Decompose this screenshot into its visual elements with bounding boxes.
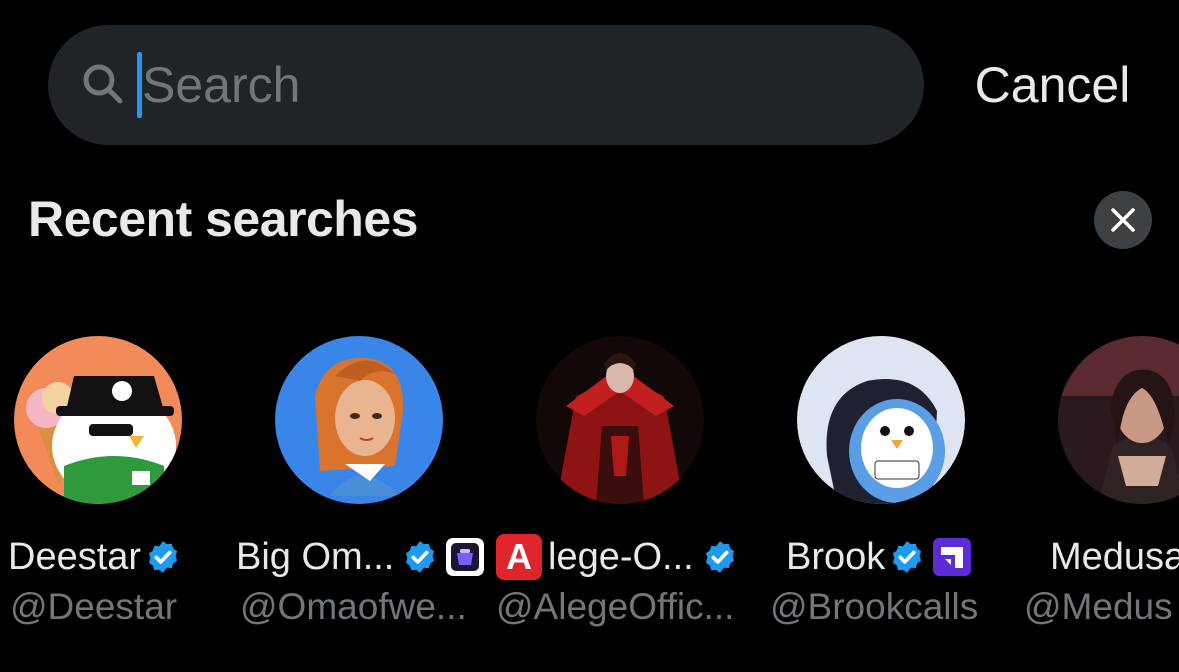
affiliation-badge-icon: [446, 538, 485, 576]
avatar: [1058, 336, 1179, 504]
name-emoji-badge: A: [496, 534, 542, 580]
close-icon: [1111, 208, 1135, 232]
user-name: Medusa: [1050, 535, 1179, 578]
search-screen: Cancel Recent searches: [0, 0, 1179, 672]
user-handle: @Medus: [1024, 586, 1173, 627]
avatar: [536, 336, 704, 504]
recent-searches-title: Recent searches: [28, 191, 418, 247]
verified-badge-icon: [148, 541, 178, 573]
recent-user-item[interactable]: Brook @Brookcalls: [756, 336, 1016, 636]
recent-user-item[interactable]: Deestar @Deestar: [0, 336, 260, 636]
recent-user-item[interactable]: Medusa @Medus: [1018, 336, 1179, 636]
user-name-row: Medusa: [1050, 532, 1179, 582]
user-handle: @AlegeOffic...: [496, 586, 735, 627]
affiliation-badge-icon: [933, 538, 972, 576]
avatar: [14, 336, 182, 504]
clear-recent-searches-button[interactable]: [1094, 191, 1152, 249]
user-name: Brook: [786, 535, 886, 578]
search-input[interactable]: [142, 50, 842, 120]
user-handle: @Deestar: [10, 586, 178, 627]
recent-user-item[interactable]: Big Om... @Omaofwe...: [232, 336, 492, 636]
recent-user-item[interactable]: A lege-O... @AlegeOffic...: [494, 336, 754, 636]
user-name-row: A lege-O...: [496, 532, 738, 582]
cancel-button[interactable]: Cancel: [960, 52, 1145, 118]
user-handle: @Omaofwe...: [240, 586, 467, 627]
user-handle: @Brookcalls: [770, 586, 979, 627]
user-name-row: Brook: [786, 532, 972, 582]
user-name: Deestar: [8, 535, 142, 578]
avatar: [275, 336, 443, 504]
user-name: Big Om...: [236, 535, 395, 578]
verified-badge-icon: [893, 541, 922, 573]
verified-badge-icon: [705, 541, 734, 573]
search-icon: [83, 64, 123, 104]
user-name-row: Big Om...: [236, 532, 485, 582]
verified-badge-icon: [406, 541, 435, 573]
user-name: lege-O...: [548, 535, 694, 578]
avatar: [797, 336, 965, 504]
user-name-row: Deestar: [8, 532, 181, 582]
